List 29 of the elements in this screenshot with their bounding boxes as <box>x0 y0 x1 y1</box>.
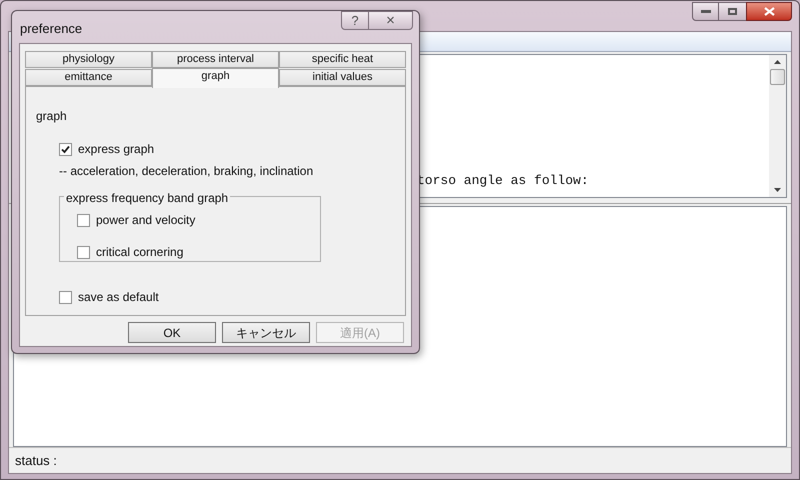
checkbox-option[interactable]: power and velocity <box>77 211 320 229</box>
minimize-button[interactable] <box>692 2 719 21</box>
checkbox-option[interactable]: save as default <box>59 288 405 306</box>
close-button[interactable]: × <box>369 11 413 30</box>
help-button[interactable]: ? <box>341 11 369 30</box>
close-icon <box>764 7 774 16</box>
close-button[interactable] <box>746 2 792 21</box>
checkmark-icon <box>61 144 70 154</box>
dialog-button[interactable]: キャンセル <box>222 322 310 343</box>
dialog-button[interactable]: OK <box>128 322 216 343</box>
section-title: graph <box>36 108 68 125</box>
tab[interactable]: physiology <box>25 51 152 68</box>
tab[interactable]: emittance <box>25 69 152 86</box>
maximize-button[interactable] <box>719 2 746 21</box>
checkbox-option[interactable]: express graph <box>59 140 405 158</box>
checkbox-option[interactable]: critical cornering <box>77 243 320 261</box>
tab[interactable]: initial values <box>279 69 406 86</box>
graph-note: -- acceleration, deceleration, braking, inclination <box>59 163 314 180</box>
checkbox[interactable] <box>77 246 90 258</box>
status-label: status : <box>15 452 57 470</box>
checkbox[interactable] <box>77 214 90 226</box>
tab[interactable]: specific heat <box>279 51 406 68</box>
dialog-title: preference <box>20 20 82 38</box>
tab[interactable]: process interval <box>152 51 279 68</box>
checkbox[interactable] <box>59 290 72 304</box>
scroll-thumb[interactable] <box>770 69 785 85</box>
scrollbar[interactable] <box>769 55 786 197</box>
tab[interactable]: graph <box>152 68 279 88</box>
checkbox[interactable] <box>59 142 72 156</box>
